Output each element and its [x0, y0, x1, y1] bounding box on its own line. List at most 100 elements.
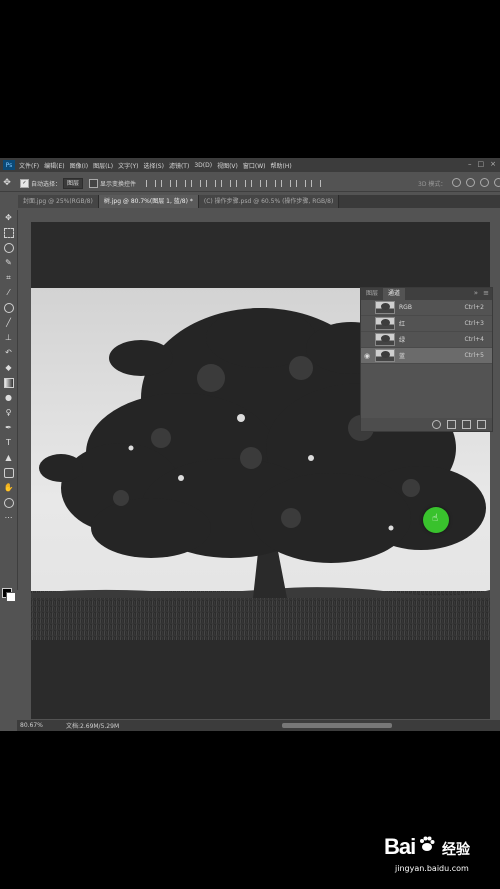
shape-icon	[3, 467, 14, 478]
panel-menu-icon[interactable]: ≡	[483, 289, 489, 297]
eye-icon[interactable]: ◉	[361, 352, 373, 360]
gradient-icon	[3, 377, 14, 388]
marquee-tool[interactable]	[0, 225, 17, 240]
horizontal-scrollbar[interactable]	[282, 723, 392, 728]
tab-cover[interactable]: 封面.jpg @ 25%(RGB/8)	[18, 195, 99, 208]
photoshop-window: Ps 文件(F) 编辑(E) 图像(I) 图层(L) 文字(Y) 选择(S) 滤…	[0, 158, 500, 731]
zoom-icon	[3, 497, 14, 508]
document-tabs: 封面.jpg @ 25%(RGB/8) 树.jpg @ 80.7%(图层 1, …	[18, 195, 500, 208]
stamp-tool[interactable]: ⊥	[0, 330, 17, 345]
photoshop-logo-icon: Ps	[3, 160, 15, 170]
distribute-bottom-icon[interactable]	[266, 179, 277, 187]
menu-edit[interactable]: 编辑(E)	[44, 161, 64, 170]
channels-panel-footer	[361, 418, 492, 431]
zoom-tool[interactable]	[0, 495, 17, 510]
move-tool[interactable]: ✥	[0, 210, 17, 225]
menu-view[interactable]: 视图(V)	[217, 161, 238, 170]
channel-row-green[interactable]: 绿 Ctrl+4	[361, 332, 492, 348]
eyedropper-icon: ⁄	[7, 288, 10, 297]
align-top-icon[interactable]	[146, 179, 157, 187]
crop-tool[interactable]: ⌗	[0, 270, 17, 285]
channel-shortcut: Ctrl+3	[464, 320, 484, 327]
pen-tool[interactable]: ✒	[0, 420, 17, 435]
transform-controls-checkbox[interactable]	[89, 178, 99, 188]
eraser-icon: ◆	[5, 363, 12, 372]
maximize-icon[interactable]: □	[478, 160, 485, 168]
history-brush-tool[interactable]: ↶	[0, 345, 17, 360]
channel-shortcut: Ctrl+2	[464, 304, 484, 311]
tools-panel: ✥ ✎ ⌗ ⁄ ╱ ⊥ ↶ ◆ ● ♀ ✒ T ▲ ✋ ⋯	[0, 210, 18, 602]
align-right-icon[interactable]	[221, 179, 232, 187]
delete-channel-icon[interactable]	[477, 420, 486, 429]
healing-tool[interactable]	[0, 300, 17, 315]
menu-layer[interactable]: 图层(L)	[93, 161, 113, 170]
move-tool-icon[interactable]: ✥	[0, 178, 14, 188]
background-color-swatch[interactable]	[6, 592, 16, 602]
menu-type[interactable]: 文字(Y)	[118, 161, 138, 170]
channel-name: 蓝	[399, 353, 406, 360]
menu-image[interactable]: 图像(I)	[70, 161, 88, 170]
new-channel-icon[interactable]	[462, 420, 471, 429]
history-brush-icon: ↶	[5, 348, 12, 357]
quick-select-tool[interactable]: ✎	[0, 255, 17, 270]
dodge-icon: ♀	[5, 408, 12, 417]
tab-channels[interactable]: 通道	[383, 288, 406, 300]
path-select-icon: ▲	[5, 453, 12, 462]
auto-select-dropdown[interactable]: 图层	[63, 177, 84, 189]
distribute-middle-icon[interactable]	[251, 179, 262, 187]
dodge-tool[interactable]: ♀	[0, 405, 17, 420]
baidu-paw-icon	[420, 836, 435, 851]
close-icon[interactable]: ×	[490, 160, 496, 168]
align-left-icon[interactable]	[191, 179, 202, 187]
blur-tool[interactable]: ●	[0, 390, 17, 405]
menu-help[interactable]: 帮助(H)	[271, 161, 292, 170]
menu-3d[interactable]: 3D(D)	[194, 162, 212, 169]
baidu-jingyan-text: 经验	[442, 842, 470, 858]
align-bottom-icon[interactable]	[176, 179, 187, 187]
shape-tool[interactable]	[0, 465, 17, 480]
path-select-tool[interactable]: ▲	[0, 450, 17, 465]
roll-3d-icon[interactable]	[466, 178, 475, 187]
document-size: 文档:2.69M/5.29M	[66, 723, 120, 730]
eraser-tool[interactable]: ◆	[0, 360, 17, 375]
type-tool[interactable]: T	[0, 435, 17, 450]
menu-file[interactable]: 文件(F)	[19, 161, 39, 170]
channel-row-blue[interactable]: ◉ 蓝 Ctrl+5	[361, 348, 492, 364]
rotate-3d-icon[interactable]	[452, 178, 461, 187]
brush-tool[interactable]: ╱	[0, 315, 17, 330]
menu-window[interactable]: 窗口(W)	[243, 161, 266, 170]
tab-layers[interactable]: 图层	[361, 288, 383, 300]
save-selection-icon[interactable]	[447, 420, 456, 429]
align-center-icon[interactable]	[206, 179, 217, 187]
auto-select-checkbox[interactable]: ✓	[20, 178, 29, 188]
minimize-icon[interactable]: –	[468, 160, 472, 168]
drag-3d-icon[interactable]	[480, 178, 489, 187]
tab-tree[interactable]: 树.jpg @ 80.7%(图层 1, 蓝/8) *	[98, 195, 199, 208]
load-selection-icon[interactable]	[432, 420, 441, 429]
marquee-icon	[3, 227, 14, 238]
collapse-icon[interactable]: »	[474, 289, 478, 297]
distribute-center-icon[interactable]	[296, 179, 307, 187]
menu-filter[interactable]: 滤镜(T)	[169, 161, 189, 170]
channels-panel-tabs: 图层 通道 » ≡	[361, 288, 492, 300]
hand-icon: ✋	[3, 483, 14, 492]
lasso-tool[interactable]	[0, 240, 17, 255]
channel-row-red[interactable]: 红 Ctrl+3	[361, 316, 492, 332]
channel-row-rgb[interactable]: RGB Ctrl+2	[361, 300, 492, 316]
channel-name: 绿	[399, 337, 406, 344]
gradient-tool[interactable]	[0, 375, 17, 390]
slide-3d-icon[interactable]	[494, 178, 500, 187]
distribute-top-icon[interactable]	[236, 179, 247, 187]
baidu-logo-text: Bai	[384, 834, 416, 859]
channel-shortcut: Ctrl+4	[464, 336, 484, 343]
hand-tool[interactable]: ✋	[0, 480, 17, 495]
zoom-level[interactable]: 80.67%	[17, 722, 66, 729]
align-middle-icon[interactable]	[161, 179, 172, 187]
menu-select[interactable]: 选择(S)	[143, 161, 164, 170]
eyedropper-tool[interactable]: ⁄	[0, 285, 17, 300]
more-tools[interactable]: ⋯	[0, 510, 17, 525]
distribute-right-icon[interactable]	[311, 179, 322, 187]
channel-name: 红	[399, 321, 406, 328]
distribute-left-icon[interactable]	[281, 179, 292, 187]
tab-steps[interactable]: (C) 操作步骤.psd @ 60.5% (操作步骤, RGB/8)	[198, 195, 340, 208]
